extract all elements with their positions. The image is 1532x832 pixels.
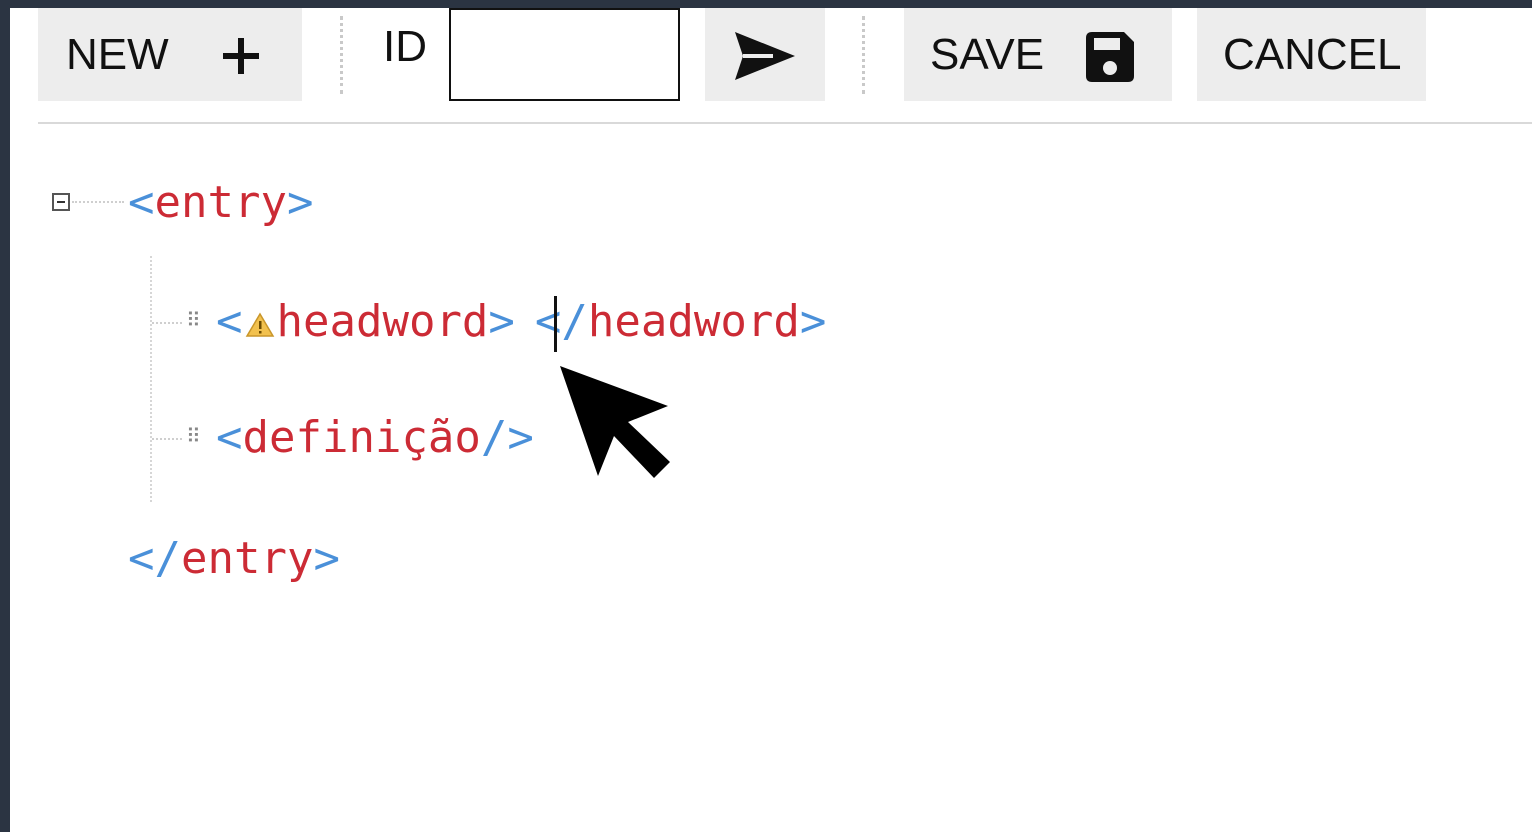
go-button[interactable] (705, 8, 825, 101)
warning-icon (245, 312, 274, 337)
toolbar-separator (862, 16, 865, 94)
drag-handle-icon[interactable]: ⠿ (186, 310, 201, 330)
tree-connector (72, 201, 124, 203)
tag-bracket: > (488, 296, 515, 347)
tag-name: entry (180, 533, 314, 584)
tag-bracket: < (128, 177, 155, 228)
id-input[interactable] (449, 8, 680, 101)
save-button[interactable]: SAVE (904, 8, 1172, 101)
tag-bracket: < (216, 412, 243, 463)
tree-connector (152, 438, 182, 440)
drag-handle-icon[interactable]: ⠿ (186, 426, 201, 446)
collapse-toggle-icon[interactable] (52, 193, 70, 211)
tree-connector (152, 322, 182, 324)
tag-bracket: > (799, 296, 827, 347)
tag-name: entry (154, 177, 287, 228)
tag-bracket: </ (128, 533, 181, 584)
tag-name: headword (587, 296, 800, 347)
floppy-disk-icon (1086, 32, 1134, 82)
tag-bracket: > (313, 533, 340, 584)
tag-name: definição (242, 412, 481, 463)
mouse-pointer-icon (560, 366, 670, 478)
entry-close-tag[interactable]: </entry> (128, 534, 340, 584)
definicao-element[interactable]: <definição/> (216, 413, 534, 463)
toolbar-separator (340, 16, 343, 94)
tag-name: headword (276, 296, 489, 347)
entry-open-tag[interactable]: <entry> (128, 178, 313, 228)
headword-element[interactable]: < headword> </headword> (216, 297, 826, 347)
tag-bracket: > (286, 177, 314, 228)
cancel-button-label: CANCEL (1223, 29, 1402, 79)
text-caret (554, 296, 557, 352)
tag-bracket: < (216, 296, 243, 347)
id-label: ID (383, 22, 427, 71)
plus-icon (223, 38, 259, 74)
tag-bracket: /> (480, 412, 534, 463)
tree-guide-line (150, 256, 152, 502)
new-button-label: NEW (66, 29, 169, 79)
save-button-label: SAVE (930, 29, 1045, 79)
toolbar-divider (38, 122, 1532, 124)
send-arrow-icon (735, 32, 795, 80)
new-button[interactable]: NEW (38, 8, 302, 101)
cancel-button[interactable]: CANCEL (1197, 8, 1426, 101)
tag-bracket: </ (534, 296, 588, 347)
editor-panel: NEW ID SAVE CANCEL <entry> ⠿ < headword>… (10, 8, 1532, 832)
